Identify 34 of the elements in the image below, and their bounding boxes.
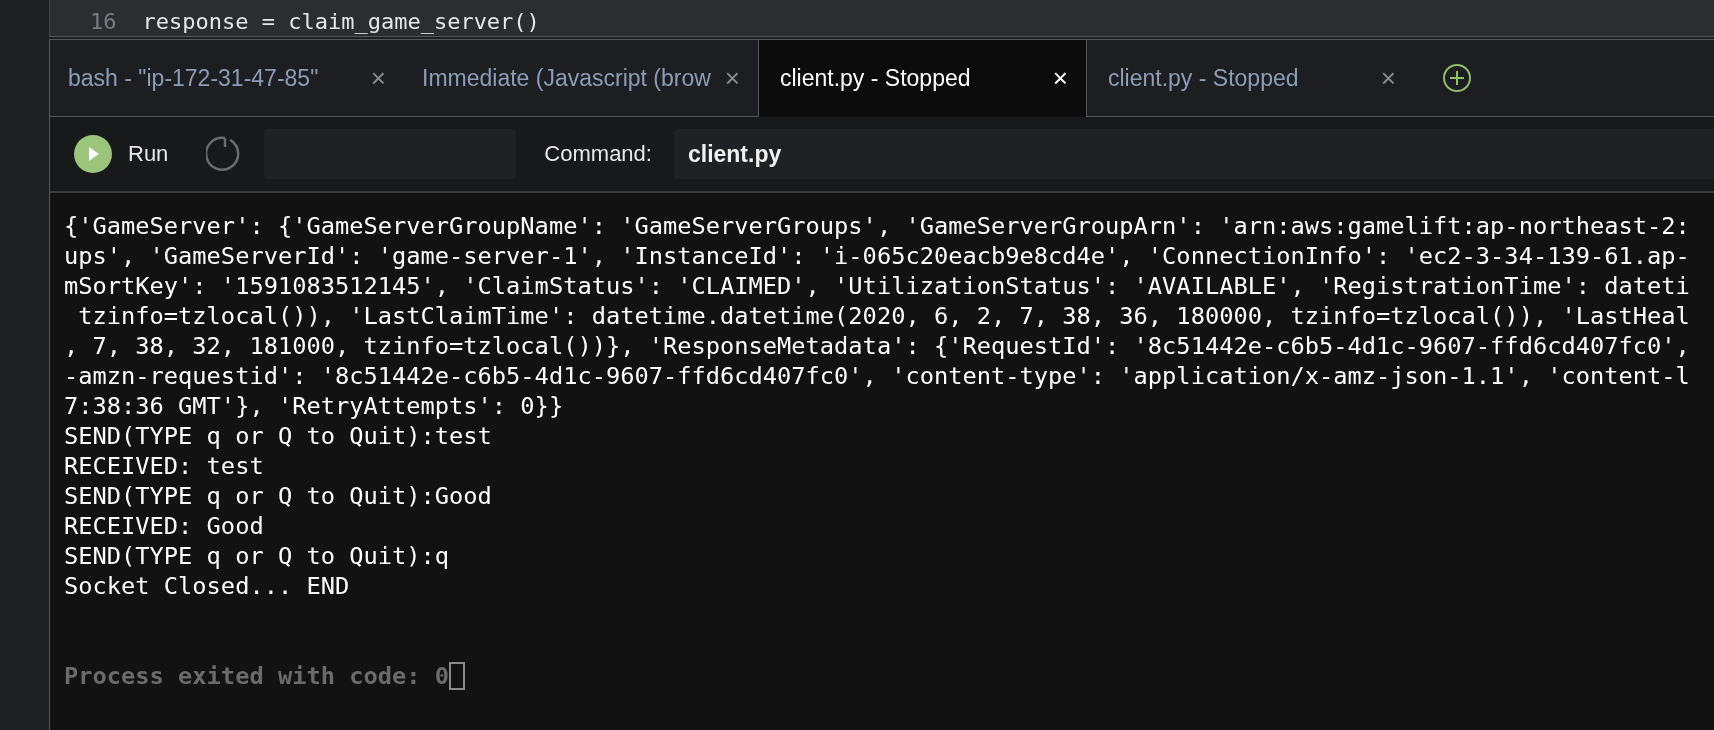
output-line: RECEIVED: test (64, 451, 264, 481)
close-icon[interactable]: × (1380, 62, 1396, 94)
output-line: SEND(TYPE q or Q to Quit):q (64, 541, 450, 571)
tab-label: client.py - Stopped (1108, 64, 1299, 92)
command-field[interactable]: client.py (673, 129, 1714, 179)
terminal-tab[interactable]: client.py - Stopped × (758, 40, 1087, 117)
run-button[interactable]: Run (74, 135, 169, 173)
output-line: RECEIVED: Good (64, 511, 264, 541)
exit-message: Process exited with code: 0 (64, 661, 450, 691)
output-line: , 7, 38, 32, 181000, tzinfo=tzlocal())}, 'ResponseMetadata': {'RequestId': '8c51442e-c6b5-4d1c-9607-ffd6cd407fc0', (64, 331, 1690, 361)
output-line: SEND(TYPE q or Q to Quit):Good (64, 481, 492, 511)
output-line: {'GameServer': {'GameServerGroupName': 'GameServerGroups', 'GameServerGroupArn': 'arn:aws:gamelift:ap-northeast-2: (64, 211, 1690, 241)
tab-label: client.py - Stopped (780, 65, 971, 92)
output-line: Socket Closed... END (64, 571, 350, 601)
add-tab-icon[interactable] (1442, 63, 1472, 93)
close-icon[interactable]: × (1052, 63, 1068, 94)
terminal-tab[interactable]: Immediate (Javascript (brow × (404, 40, 758, 116)
terminal-tab[interactable]: client.py - Stopped × (1087, 40, 1414, 116)
output-line: SEND(TYPE q or Q to Quit):test (64, 421, 492, 451)
play-icon (74, 135, 112, 173)
code-line: response = claim_game_server() (142, 8, 540, 36)
output-line: tzinfo=tzlocal()), 'LastClaimTime': datetime.datetime(2020, 6, 2, 7, 38, 36, 180000, tzinfo=tzlocal()), 'LastHeal (77, 301, 1690, 331)
tab-label: bash - "ip-172-31-47-85" (68, 64, 319, 92)
close-icon[interactable]: × (724, 62, 740, 94)
command-label: Command: (544, 141, 652, 167)
text-cursor (449, 662, 466, 690)
output-line: mSortKey': '1591083512145', 'ClaimStatus': 'CLAIMED', 'UtilizationStatus': 'AVAILABLE', 'RegistrationTime': dateti (64, 271, 1690, 301)
output-line: 7:38:36 GMT'}, 'RetryAttempts': 0}} (64, 391, 564, 421)
terminal-tab[interactable]: bash - "ip-172-31-47-85" × (50, 40, 404, 116)
output-line: -amzn-requestid': '8c51442e-c6b5-4d1c-9607-ffd6cd407fc0', 'content-type': 'application/x-amz-json-1.1', 'content-l (64, 361, 1690, 391)
line-number: 16 (90, 8, 117, 36)
tab-label: Immediate (Javascript (brow (422, 64, 711, 92)
close-icon[interactable]: × (370, 62, 386, 94)
output-line: ups', 'GameServerId': 'game-server-1', 'InstanceId': 'i-065c20eacb9e8cd4e', 'ConnectionInfo': 'ec2-3-34-139-61.ap- (64, 241, 1690, 271)
